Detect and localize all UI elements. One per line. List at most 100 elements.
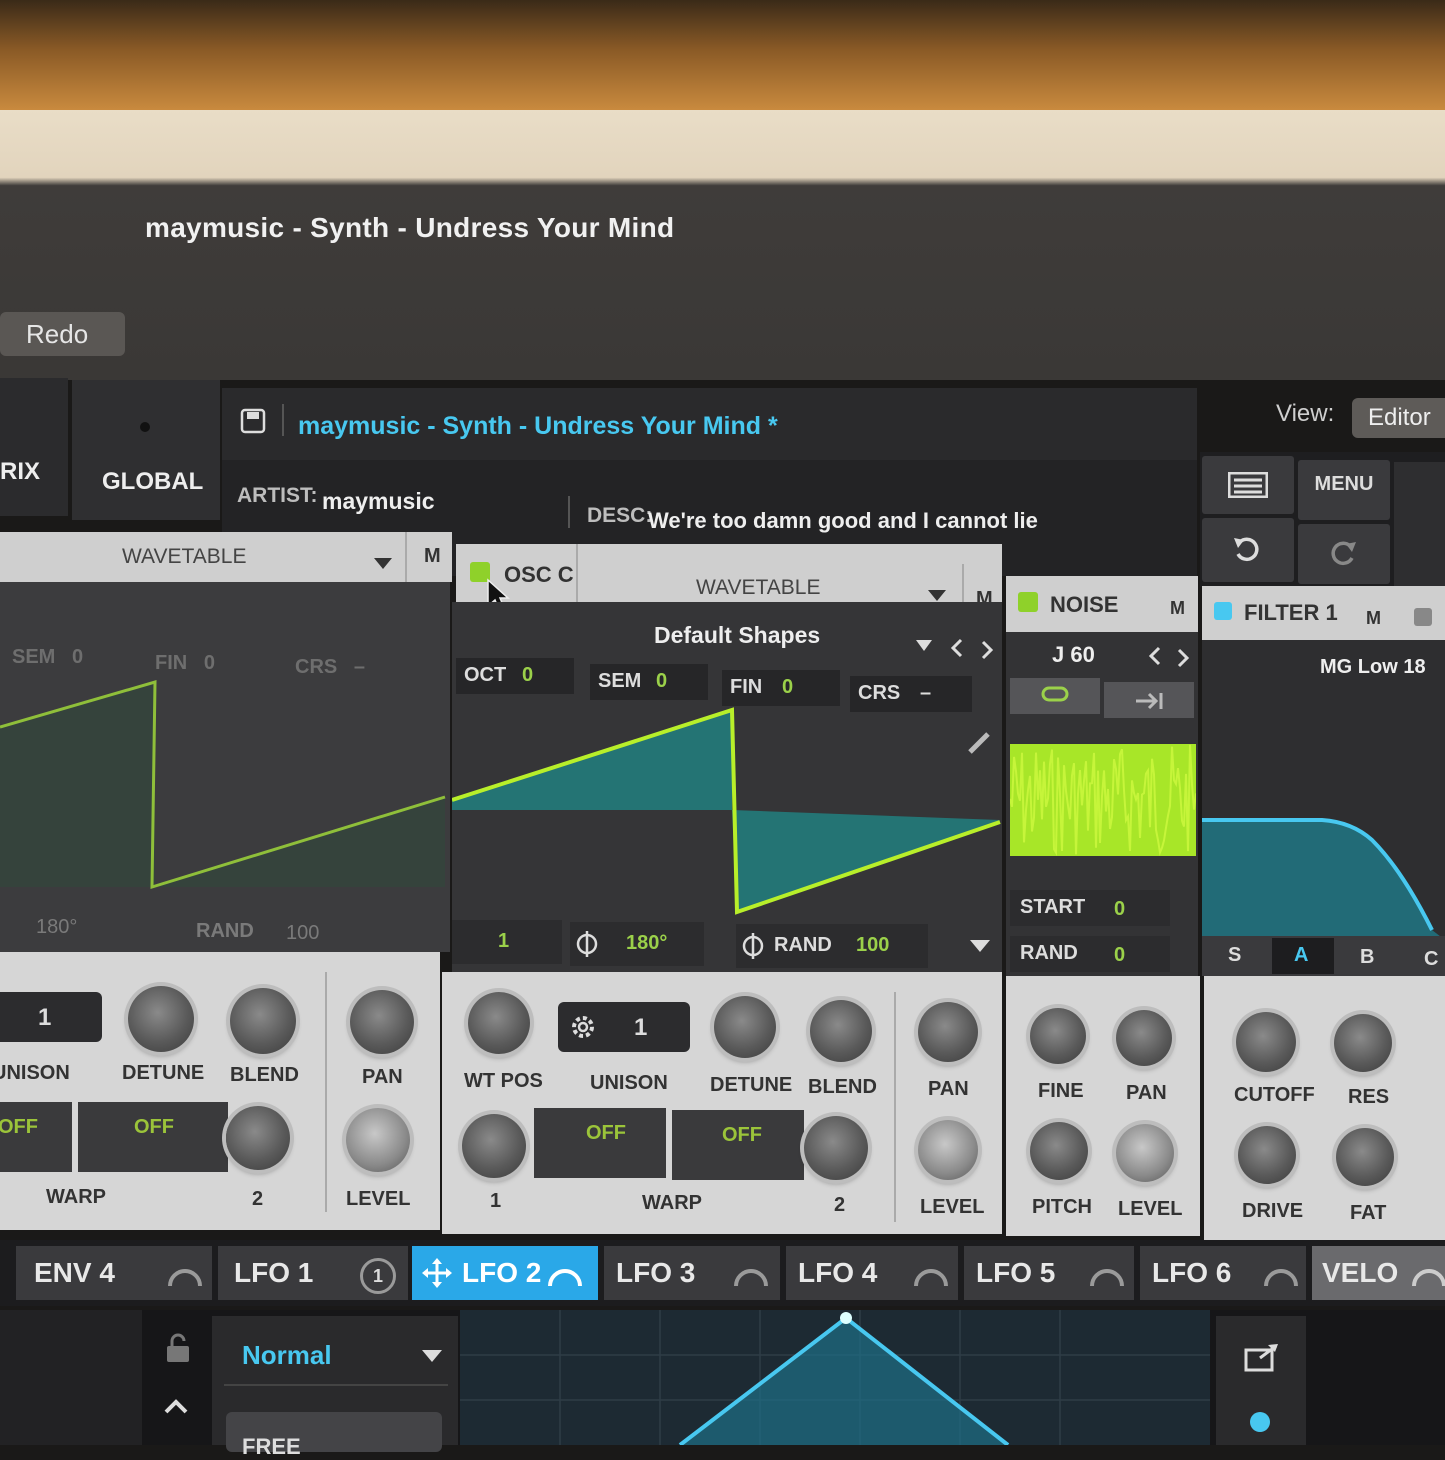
osc-b-warp-a-select[interactable]: OFF	[0, 1102, 72, 1172]
prev-table-icon[interactable]	[950, 638, 964, 658]
tab-velo[interactable]: VELO	[1312, 1246, 1445, 1300]
osc-c-warp-knob-1[interactable]	[462, 1114, 526, 1178]
osc-c-warp-b-select[interactable]: OFF	[672, 1110, 804, 1180]
chevron-down-icon[interactable]	[374, 558, 392, 570]
filter-res-knob[interactable]	[1334, 1014, 1392, 1072]
redo-synth-button[interactable]	[1298, 524, 1390, 584]
gear-icon[interactable]	[568, 1012, 598, 1042]
master-volume-knob[interactable]	[1394, 462, 1445, 587]
osc-b-type[interactable]: WAVETABLE	[122, 545, 246, 569]
drag-handle-icon[interactable]	[1088, 1258, 1126, 1290]
filter-route-a[interactable]: A	[1294, 944, 1308, 967]
tab-lfo4[interactable]: LFO 4	[786, 1246, 958, 1300]
osc-c-level-knob[interactable]	[918, 1120, 978, 1180]
noise-loop-button[interactable]	[1010, 678, 1100, 714]
osc-c-wavetable-display[interactable]: Default Shapes OCT 0 SEM 0 FIN 0 CRS – 1…	[452, 602, 1002, 972]
noise-enable-toggle[interactable]	[1018, 592, 1038, 612]
noise-oneshot-button[interactable]	[1104, 682, 1194, 718]
osc-b-unison-stepper[interactable]: 1	[0, 992, 102, 1042]
osc-c-sem-field[interactable]: SEM 0	[590, 664, 708, 700]
drag-handle-icon[interactable]	[912, 1258, 950, 1290]
chevron-down-icon[interactable]	[422, 1350, 442, 1364]
preset-name[interactable]: maymusic - Synth - Undress Your Mind *	[298, 412, 778, 441]
noise-rand-field[interactable]: RAND 0	[1010, 936, 1170, 972]
filter-type[interactable]: MG Low 18	[1320, 656, 1426, 679]
osc-b-mute-button[interactable]: M	[424, 545, 441, 568]
noise-level-knob[interactable]	[1116, 1124, 1174, 1182]
tab-lfo3[interactable]: LFO 3	[604, 1246, 780, 1300]
fx-enable-toggle[interactable]	[1414, 608, 1432, 626]
osc-c-unison-stepper[interactable]: 1	[558, 1002, 690, 1052]
drag-handle-icon[interactable]	[546, 1258, 584, 1290]
filter-drive-knob[interactable]	[1238, 1126, 1296, 1184]
browser-button[interactable]	[1202, 456, 1294, 514]
osc-c-phase-field[interactable]: 180°	[570, 922, 704, 966]
osc-c-type[interactable]: WAVETABLE	[696, 576, 820, 600]
tab-matrix[interactable]: RIX	[0, 378, 68, 516]
move-icon[interactable]	[422, 1258, 452, 1288]
filter-route-b[interactable]: B	[1360, 946, 1374, 969]
osc-c-rand-field[interactable]: RAND 100	[736, 924, 928, 968]
osc-b-pan-knob[interactable]	[350, 990, 414, 1054]
noise-mute-button[interactable]: M	[1170, 598, 1185, 619]
osc-c-oct-field[interactable]: OCT 0	[456, 658, 574, 694]
view-select[interactable]: Editor	[1352, 398, 1445, 438]
filter-cutoff-knob[interactable]	[1236, 1012, 1296, 1072]
lfo-trig-select[interactable]: FREE	[226, 1412, 442, 1459]
osc-b-warp-select[interactable]: OFF	[78, 1102, 228, 1172]
filter-enable-toggle[interactable]	[1214, 602, 1232, 620]
osc-b-rand-value[interactable]: 100	[286, 922, 319, 945]
filter-route-c[interactable]: C	[1424, 948, 1438, 971]
osc-c-pan-knob[interactable]	[918, 1002, 978, 1062]
osc-c-fin-field[interactable]: FIN 0	[722, 670, 840, 706]
osc-b-level-knob[interactable]	[346, 1108, 410, 1172]
tab-env4[interactable]: ENV 4	[16, 1246, 212, 1300]
filter-route-s[interactable]: S	[1228, 944, 1241, 967]
osc-b-phase-value[interactable]: 180°	[36, 916, 77, 939]
drag-handle-icon[interactable]	[1410, 1258, 1445, 1290]
next-noise-icon[interactable]	[1176, 648, 1190, 668]
next-table-icon[interactable]	[980, 640, 994, 660]
filter-fat-knob[interactable]	[1336, 1128, 1394, 1186]
tab-lfo6[interactable]: LFO 6	[1140, 1246, 1306, 1300]
filter-display[interactable]: MG Low 18 S A B C	[1202, 640, 1445, 976]
table-dropdown-icon[interactable]	[916, 640, 932, 652]
export-icon[interactable]	[1244, 1342, 1280, 1372]
osc-c-blend-knob[interactable]	[810, 1000, 872, 1062]
chevron-up-icon[interactable]	[164, 1398, 188, 1414]
noise-sample-name[interactable]: J 60	[1052, 642, 1095, 668]
lock-icon[interactable]	[164, 1332, 192, 1364]
osc-c-warp-a-select[interactable]: OFF	[534, 1108, 666, 1178]
tab-global[interactable]: GLOBAL	[72, 380, 220, 520]
lfo-mode-select[interactable]: Normal	[242, 1340, 332, 1371]
undo-button[interactable]	[1202, 518, 1294, 582]
osc-c-warp-knob-2[interactable]	[804, 1116, 868, 1180]
chevron-down-icon[interactable]	[970, 940, 990, 954]
noise-pan-knob[interactable]	[1116, 1010, 1172, 1066]
chevron-down-icon[interactable]	[928, 590, 946, 602]
noise-fine-knob[interactable]	[1030, 1008, 1086, 1064]
save-icon[interactable]	[240, 408, 266, 434]
osc-c-detune-knob[interactable]	[714, 996, 776, 1058]
osc-b-sem-value[interactable]: 0	[72, 646, 83, 668]
osc-c-wtpos-knob[interactable]	[468, 992, 530, 1054]
redo-button[interactable]: Redo	[0, 312, 125, 356]
drag-handle-icon[interactable]	[1262, 1258, 1300, 1290]
osc-c-table-name[interactable]: Default Shapes	[654, 622, 820, 649]
menu-button[interactable]: MENU	[1298, 460, 1390, 520]
drag-handle-icon[interactable]	[732, 1258, 770, 1290]
filter-mute-button[interactable]: M	[1366, 608, 1381, 629]
osc-b-fin-value[interactable]: 0	[204, 652, 215, 674]
osc-b-blend-knob[interactable]	[230, 988, 296, 1054]
osc-c-frame-field[interactable]: 1	[452, 920, 562, 964]
osc-b-wavetable-display[interactable]: SEM 0 FIN 0 CRS – 180° RAND 100	[0, 582, 450, 952]
tab-lfo5[interactable]: LFO 5	[964, 1246, 1134, 1300]
tab-lfo2[interactable]: LFO 2	[412, 1246, 598, 1300]
tab-lfo1[interactable]: LFO 1 1	[218, 1246, 408, 1300]
osc-b-detune-knob[interactable]	[128, 986, 194, 1052]
prev-noise-icon[interactable]	[1148, 646, 1162, 666]
lfo-graph[interactable]	[460, 1310, 1210, 1445]
lfo-dot-indicator[interactable]	[1250, 1412, 1270, 1432]
osc-b-warp-knob[interactable]	[226, 1106, 290, 1170]
noise-start-field[interactable]: START 0	[1010, 890, 1170, 926]
